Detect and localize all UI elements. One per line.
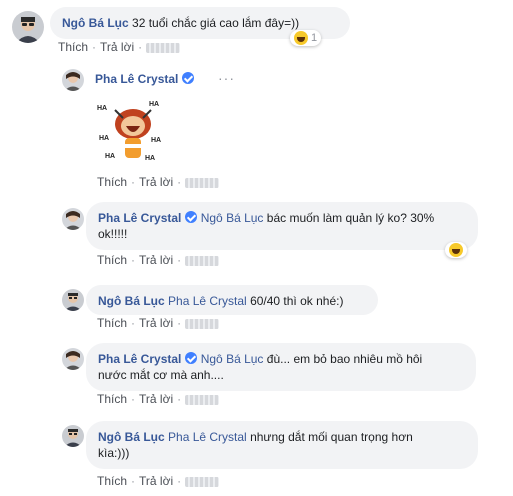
reaction-count: 1 (311, 32, 318, 44)
avatar[interactable] (62, 348, 84, 370)
avatar[interactable] (62, 425, 84, 447)
avatar[interactable] (62, 208, 84, 230)
comment-author[interactable]: Pha Lê Crystal (98, 211, 181, 225)
comment-author[interactable]: Pha Lê Crystal (95, 72, 178, 86)
sticker-text: HA (149, 101, 159, 108)
comment-author[interactable]: Pha Lê Crystal (98, 352, 181, 366)
separator: · (177, 392, 182, 406)
comment-text: đù... em bỏ bao nhiêu mồ hôi (266, 352, 423, 366)
separator: · (131, 253, 136, 267)
timestamp-blurred (146, 42, 181, 53)
more-options-icon[interactable]: ··· (218, 70, 235, 86)
comment-actions: Thích · Trả lời · (97, 316, 220, 330)
comment-actions: Thích · Trả lời · (58, 40, 181, 54)
mention-link[interactable]: Pha Lê Crystal (168, 430, 247, 444)
haha-sticker: HA HA HA HA HA HA (95, 96, 167, 168)
haha-icon (449, 243, 463, 257)
mention-link[interactable]: Ngô Bá Lục (201, 352, 264, 366)
comment-text: bác muốn làm quản lý ko? 30% (266, 211, 435, 225)
comment-author[interactable]: Ngô Bá Lục (98, 430, 165, 444)
comment-actions: Thích · Trả lời · (97, 175, 220, 189)
comment-text: 32 tuổi chắc giá cao lắm đây=)) (132, 16, 300, 30)
reply-link[interactable]: Trả lời (100, 40, 134, 54)
separator: · (177, 474, 182, 488)
comment-bubble: Ngô Bá Lục Pha Lê Crystal 60/40 thì ok n… (86, 285, 378, 315)
avatar[interactable] (62, 289, 84, 311)
like-link[interactable]: Thích (97, 316, 127, 330)
separator: · (138, 40, 143, 54)
separator: · (177, 253, 182, 267)
sticker-text: HA (105, 153, 115, 160)
timestamp-blurred (185, 177, 220, 188)
sticker-text: HA (151, 137, 161, 144)
verified-icon (185, 352, 198, 364)
separator: · (131, 474, 136, 488)
comment-text: 60/40 thì ok nhé:) (250, 294, 344, 308)
separator: · (92, 40, 97, 54)
comment-bubble: Pha Lê Crystal Ngô Bá Lục bác muốn làm q… (86, 202, 478, 250)
mention-link[interactable]: Pha Lê Crystal (168, 294, 247, 308)
separator: · (177, 316, 182, 330)
timestamp-blurred (185, 255, 220, 266)
reply-link[interactable]: Trả lời (139, 474, 173, 488)
avatar[interactable] (62, 69, 84, 91)
sticker-text: HA (145, 155, 155, 162)
sticker-text: HA (99, 135, 109, 142)
comment-author[interactable]: Ngô Bá Lục (98, 294, 165, 308)
comment-actions: Thích · Trả lời · (97, 392, 220, 406)
separator: · (131, 316, 136, 330)
comment-text: nhưng dắt mối quan trọng hơn (250, 430, 413, 444)
like-link[interactable]: Thích (97, 474, 127, 488)
separator: · (177, 175, 182, 189)
reaction-badge[interactable] (445, 242, 467, 258)
haha-icon (294, 31, 308, 45)
timestamp-blurred (185, 476, 220, 487)
separator: · (131, 175, 136, 189)
like-link[interactable]: Thích (97, 392, 127, 406)
sticker-comment-header: Pha Lê Crystal (95, 72, 195, 86)
verified-icon (182, 72, 195, 84)
comment-bubble: Pha Lê Crystal Ngô Bá Lục đù... em bỏ ba… (86, 343, 476, 391)
reaction-badge[interactable]: 1 (290, 30, 322, 46)
verified-icon (185, 211, 198, 223)
reply-link[interactable]: Trả lời (139, 316, 173, 330)
comment-text: kìa:))) (98, 446, 130, 460)
comment-bubble: Ngô Bá Lục Pha Lê Crystal nhưng dắt mối … (86, 421, 478, 469)
timestamp-blurred (185, 394, 220, 405)
mention-link[interactable]: Ngô Bá Lục (201, 211, 264, 225)
comment-author[interactable]: Ngô Bá Lục (62, 16, 129, 30)
like-link[interactable]: Thích (97, 253, 127, 267)
reply-link[interactable]: Trả lời (139, 253, 173, 267)
reply-link[interactable]: Trả lời (139, 392, 173, 406)
comment-actions: Thích · Trả lời · (97, 474, 220, 488)
sticker-text: HA (97, 105, 107, 112)
reply-link[interactable]: Trả lời (139, 175, 173, 189)
timestamp-blurred (185, 318, 220, 329)
separator: · (131, 392, 136, 406)
avatar[interactable] (12, 11, 44, 43)
comment-actions: Thích · Trả lời · (97, 253, 220, 267)
comment-text: ok!!!!! (98, 227, 128, 241)
comment-text: nước mắt cơ mà anh.... (98, 368, 224, 382)
like-link[interactable]: Thích (97, 175, 127, 189)
like-link[interactable]: Thích (58, 40, 88, 54)
